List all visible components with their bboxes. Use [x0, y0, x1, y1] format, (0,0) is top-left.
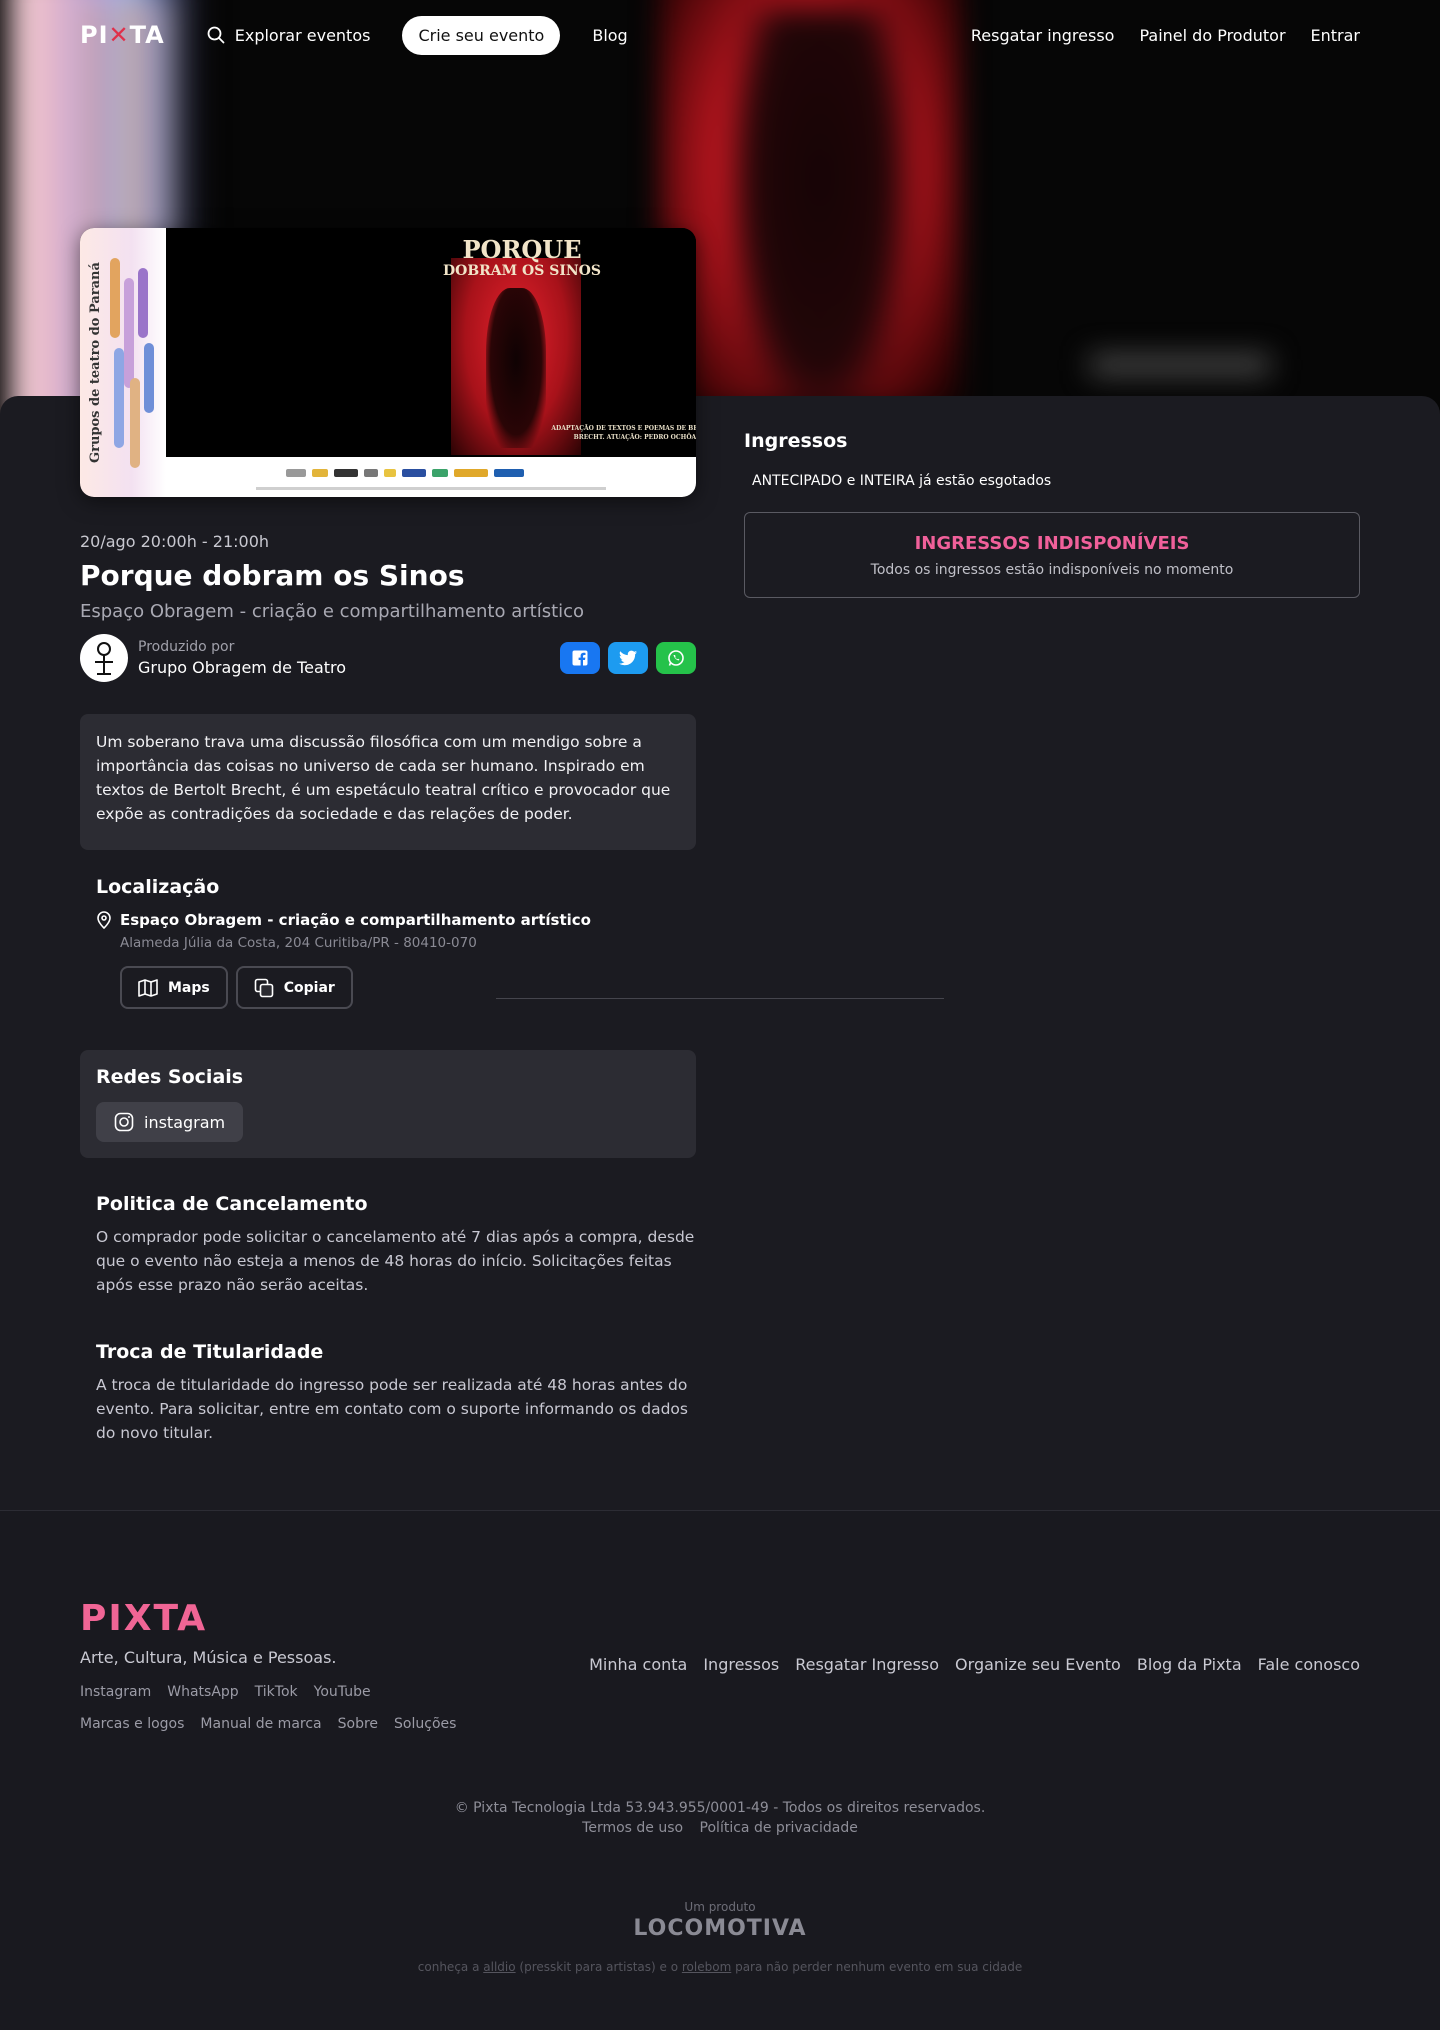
redeem-ticket-link[interactable]: Resgatar ingresso: [971, 26, 1115, 45]
producer-name: Grupo Obragem de Teatro: [138, 658, 347, 677]
instagram-button[interactable]: instagram: [96, 1102, 244, 1142]
cancellation-policy-heading: Politica de Cancelamento: [96, 1193, 368, 1215]
bottom-note-prefix: conheça a: [417, 1960, 484, 1974]
copy-icon: [254, 978, 274, 997]
sold-out-note: ANTECIPADO e INTEIRA já estão esgotados: [752, 473, 1052, 489]
search-icon: [207, 26, 225, 44]
product-label: Um produto: [684, 1900, 756, 1914]
footer-nav-blog[interactable]: Blog da Pixta: [1137, 1655, 1242, 1674]
producer-logo-icon: [95, 642, 113, 675]
footer-link-youtube[interactable]: YouTube: [314, 1684, 371, 1700]
footer-divider: [0, 1510, 1440, 1511]
map-icon: [138, 978, 158, 997]
blog-link[interactable]: Blog: [592, 26, 627, 45]
maps-button[interactable]: Maps: [120, 966, 228, 1009]
footer-link-solutions[interactable]: Soluções: [394, 1716, 456, 1732]
top-navigation: PI ✕ TA Explorar eventos Crie seu evento B…: [0, 0, 1440, 70]
rolebom-link[interactable]: rolebom: [682, 1960, 731, 1974]
tickets-unavailable-title: INGRESSOS INDISPONÍVEIS: [914, 533, 1190, 554]
pixta-logo[interactable]: PI ✕ TA: [80, 21, 165, 49]
footer-link-instagram[interactable]: Instagram: [80, 1684, 151, 1700]
cancellation-policy-text: O comprador pode solicitar o cancelament…: [96, 1228, 695, 1294]
event-description: Um soberano trava uma discussão filosófi…: [80, 714, 696, 850]
instagram-label: instagram: [144, 1112, 226, 1132]
copy-address-button[interactable]: Copiar: [235, 966, 353, 1009]
footer-brand-links: Marcas e logos Manual de marca Sobre Sol…: [80, 1716, 456, 1732]
share-whatsapp-button[interactable]: [656, 642, 696, 674]
bottom-note-middle: (presskit para artistas) e o: [515, 1960, 682, 1974]
footer-nav-account[interactable]: Minha conta: [589, 1655, 687, 1674]
terms-link[interactable]: Termos de uso: [582, 1820, 683, 1836]
producer-info[interactable]: Produzido por Grupo Obragem de Teatro: [80, 634, 346, 682]
footer-logo[interactable]: PIXTA: [80, 1598, 207, 1639]
copy-button-label: Copiar: [283, 979, 335, 996]
facebook-icon: [572, 650, 588, 666]
privacy-link[interactable]: Política de privacidade: [700, 1820, 858, 1836]
footer-nav-tickets[interactable]: Ingressos: [703, 1655, 779, 1674]
explore-events-link[interactable]: Explorar eventos: [207, 25, 371, 45]
footer-link-whatsapp[interactable]: WhatsApp: [167, 1684, 238, 1700]
maps-button-label: Maps: [168, 979, 210, 996]
footer-link-tiktok[interactable]: TikTok: [255, 1684, 298, 1700]
instagram-icon: [114, 1112, 134, 1132]
copyright-text: © Pixta Tecnologia Ltda 53.943.955/0001-…: [454, 1800, 986, 1816]
footer-link-about[interactable]: Sobre: [338, 1716, 378, 1732]
event-banner-image: Grupos de teatro do Paraná PORQUE DOBRAM…: [80, 228, 696, 497]
footer-nav-redeem[interactable]: Resgatar Ingresso: [795, 1655, 939, 1674]
login-link[interactable]: Entrar: [1311, 26, 1360, 45]
location-heading: Localização: [96, 876, 220, 898]
tickets-heading: Ingressos: [744, 430, 848, 452]
tickets-unavailable-box: INGRESSOS INDISPONÍVEIS Todos os ingress…: [744, 512, 1360, 598]
event-venue: Espaço Obragem - criação e compartilhame…: [80, 601, 585, 622]
banner-side-text: Grupos de teatro do Paraná: [88, 262, 103, 463]
share-twitter-button[interactable]: [608, 642, 648, 674]
banner-title-line1: PORQUE: [462, 235, 582, 264]
locomotiva-logo[interactable]: LOCOMOTIVA: [0, 1916, 1440, 1941]
divider: [496, 998, 944, 999]
whatsapp-icon: [668, 650, 684, 666]
producer-panel-link[interactable]: Painel do Produtor: [1139, 26, 1285, 45]
footer-link-brand-manual[interactable]: Manual de marca: [200, 1716, 321, 1732]
producer-avatar: [80, 634, 128, 682]
banner-sponsor-strip: [166, 457, 696, 497]
location-address: Alameda Júlia da Costa, 204 Curitiba/PR …: [120, 935, 477, 951]
footer-nav-organize[interactable]: Organize seu Evento: [955, 1655, 1121, 1674]
banner-credit: ADAPTAÇÃO DE TEXTOS E POEMAS DE BERTOLT …: [551, 425, 696, 441]
twitter-icon: [619, 650, 637, 666]
banner-title-line2: DOBRAM OS SINOS: [443, 263, 601, 279]
footer-link-brands[interactable]: Marcas e logos: [80, 1716, 184, 1732]
alldio-link[interactable]: alldio: [483, 1960, 515, 1974]
event-title: Porque dobram os Sinos: [80, 559, 465, 592]
bottom-note-suffix: para não perder nenhum evento em sua cid…: [731, 1960, 1023, 1974]
location-name: Espaço Obragem - criação e compartilhame…: [120, 911, 591, 929]
footer-tagline: Arte, Cultura, Música e Pessoas.: [80, 1648, 337, 1667]
ownership-transfer-text: A troca de titularidade do ingresso pode…: [96, 1376, 688, 1442]
map-pin-icon: [97, 911, 111, 929]
share-facebook-button[interactable]: [560, 642, 600, 674]
footer-nav-contact[interactable]: Fale conosco: [1258, 1655, 1360, 1674]
tickets-unavailable-subtitle: Todos os ingressos estão indisponíveis n…: [870, 562, 1234, 578]
bottom-note: conheça a alldio (presskit para artistas…: [0, 1960, 1440, 1974]
create-event-button[interactable]: Crie seu evento: [402, 15, 561, 55]
legal-links: Termos de uso Política de privacidade: [0, 1820, 1440, 1836]
footer-social-links: Instagram WhatsApp TikTok YouTube: [80, 1684, 371, 1700]
footer-navigation: Minha conta Ingressos Resgatar Ingresso …: [589, 1655, 1360, 1674]
event-date: 20/ago 20:00h - 21:00h: [80, 532, 270, 551]
explore-events-label: Explorar eventos: [234, 25, 371, 45]
share-buttons: [560, 642, 696, 674]
social-networks-card: Redes Sociais instagram: [80, 1050, 696, 1158]
producer-label: Produzido por: [138, 639, 235, 655]
ownership-transfer-heading: Troca de Titularidade: [96, 1341, 324, 1363]
social-heading: Redes Sociais: [96, 1066, 244, 1088]
